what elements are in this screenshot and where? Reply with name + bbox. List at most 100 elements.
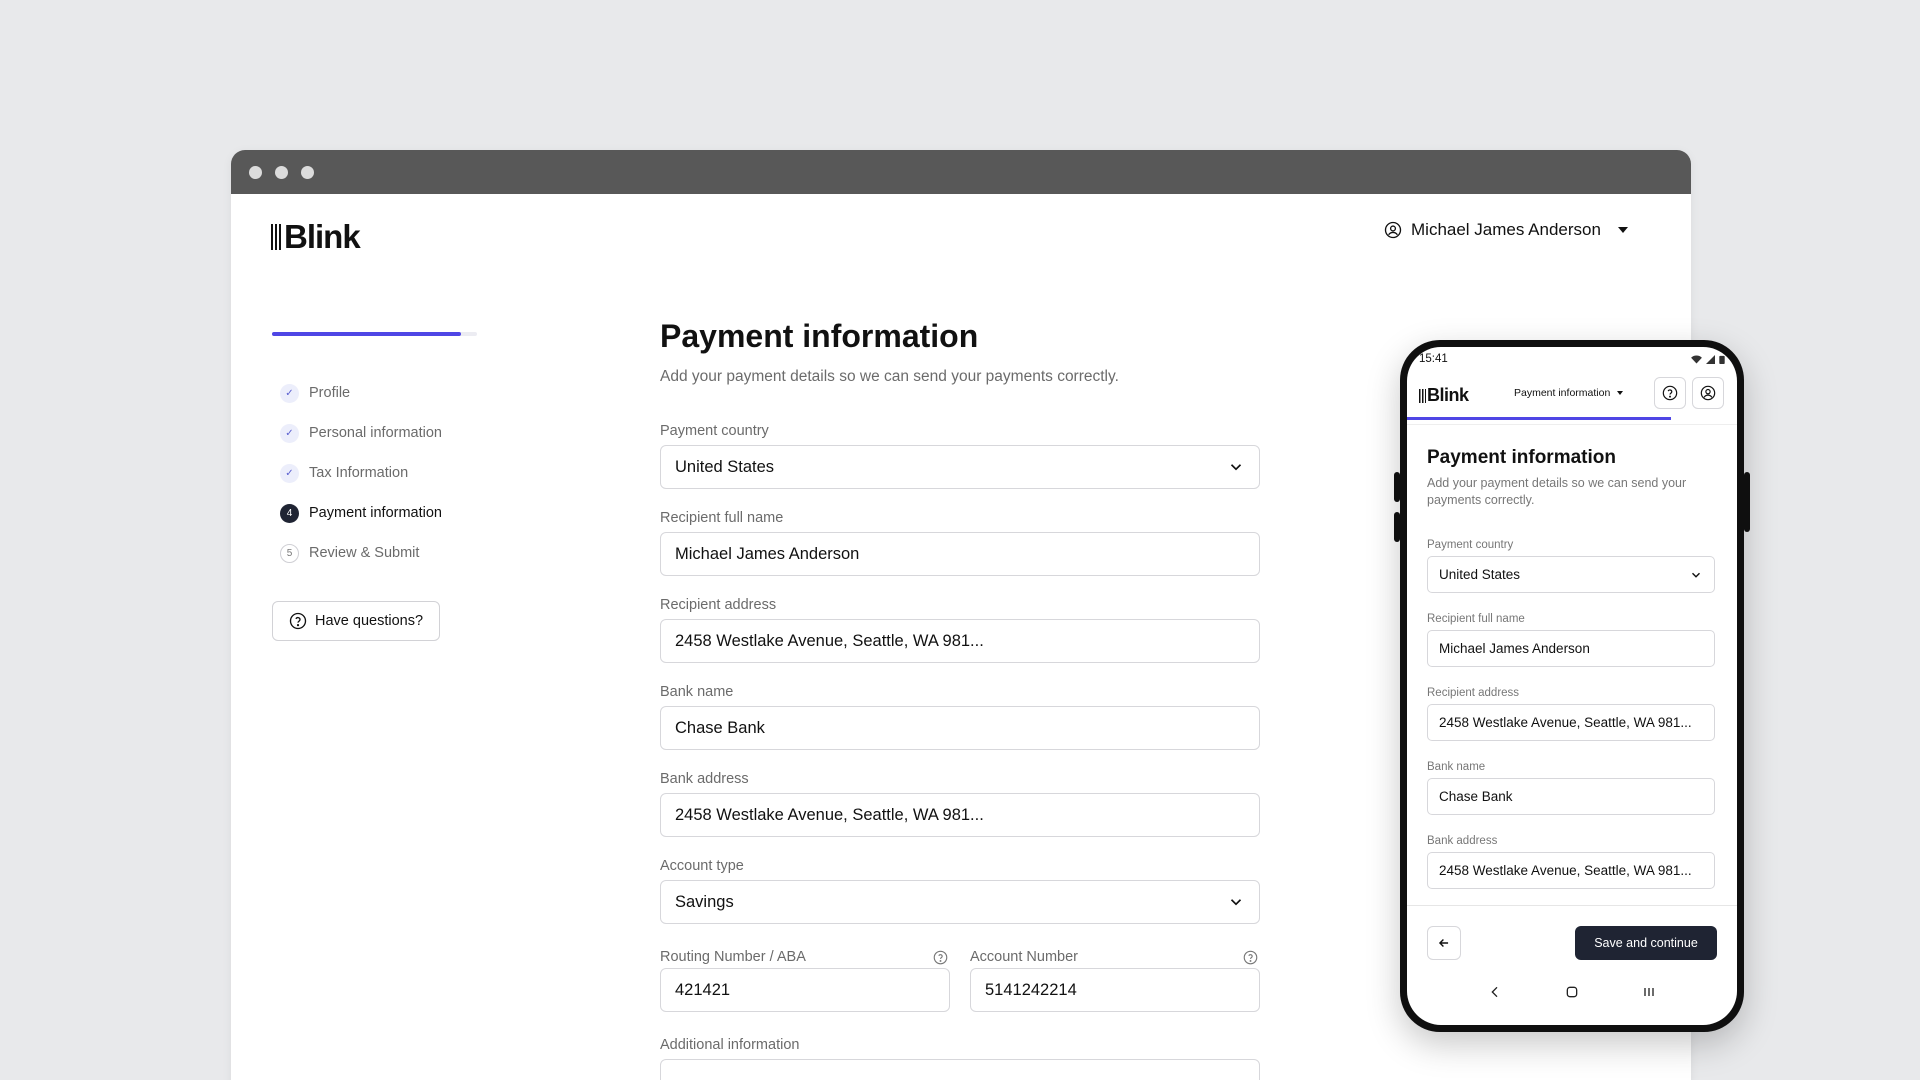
mobile-back-button[interactable] [1427, 926, 1461, 960]
logo-bars-icon [271, 224, 283, 250]
recipient-name-field: Recipient full name Michael James Anders… [660, 510, 1260, 576]
step-label: Personal information [309, 425, 442, 441]
field-label: Bank name [1427, 761, 1486, 773]
mobile-bank-address-input[interactable]: 2458 Westlake Avenue, Seattle, WA 981... [1427, 852, 1715, 889]
user-menu[interactable]: Michael James Anderson [1384, 220, 1628, 240]
check-icon: ✓ [280, 463, 299, 483]
input-value: 2458 Westlake Avenue, Seattle, WA 981... [1439, 715, 1692, 730]
field-label: Recipient full name [1427, 613, 1525, 625]
wifi-icon [1691, 354, 1702, 364]
question-circle-icon[interactable] [933, 950, 948, 965]
question-circle-icon[interactable] [1243, 950, 1258, 965]
arrow-left-icon [1438, 939, 1449, 947]
input-value: 2458 Westlake Avenue, Seattle, WA 981... [675, 631, 984, 650]
nav-recents-icon[interactable] [1641, 984, 1657, 1000]
progress-bar [272, 332, 477, 336]
step-review-submit[interactable]: 5 Review & Submit [280, 533, 442, 573]
mobile-bank-name-field: Bank name Chase Bank [1427, 761, 1715, 815]
step-number-badge: 5 [280, 543, 299, 563]
window-titlebar [231, 150, 1691, 194]
mobile-recipient-name-input[interactable]: Michael James Anderson [1427, 630, 1715, 667]
field-label: Recipient full name [660, 510, 784, 526]
payment-country-select[interactable]: United States [660, 445, 1260, 489]
app-logo[interactable]: Blink [271, 218, 361, 256]
additional-info-field: Additional information [660, 1037, 1260, 1080]
field-label: Bank address [660, 771, 749, 787]
mobile-recipient-address-field: Recipient address 2458 Westlake Avenue, … [1427, 687, 1715, 741]
recipient-address-input[interactable]: 2458 Westlake Avenue, Seattle, WA 981... [660, 619, 1260, 663]
mobile-phone-mockup: 15:41 Blink Payment information Payment … [1394, 340, 1750, 1032]
account-type-select[interactable]: Savings [660, 880, 1260, 924]
select-value: United States [1439, 567, 1521, 582]
phone-side-button [1394, 472, 1400, 502]
recipient-name-input[interactable]: Michael James Anderson [660, 532, 1260, 576]
step-personal-information[interactable]: ✓ Personal information [280, 413, 442, 453]
field-label: Account Number [970, 949, 1078, 965]
mobile-bank-name-input[interactable]: Chase Bank [1427, 778, 1715, 815]
chevron-down-icon [1230, 464, 1242, 471]
bank-name-field: Bank name Chase Bank [660, 684, 1260, 750]
step-tax-information[interactable]: ✓ Tax Information [280, 453, 442, 493]
question-circle-icon [1662, 385, 1678, 401]
nav-home-icon[interactable] [1564, 984, 1580, 1000]
check-icon: ✓ [280, 383, 299, 403]
step-label: Tax Information [309, 465, 409, 481]
account-number-input[interactable]: 5141242214 [970, 968, 1260, 1012]
mobile-step-dropdown[interactable]: Payment information [1514, 387, 1624, 399]
battery-icon [1719, 355, 1725, 364]
mobile-bank-address-field: Bank address 2458 Westlake Avenue, Seatt… [1427, 835, 1715, 889]
mobile-payment-country-select[interactable]: United States [1427, 556, 1715, 593]
step-label: Payment information [309, 505, 442, 521]
field-label: Account type [660, 858, 744, 874]
additional-info-textarea[interactable] [660, 1059, 1260, 1080]
bank-name-input[interactable]: Chase Bank [660, 706, 1260, 750]
field-label: Recipient address [660, 597, 777, 613]
mobile-progress-bar [1407, 417, 1671, 420]
mobile-footer: Save and continue [1407, 905, 1737, 965]
input-value: Michael James Anderson [675, 544, 860, 563]
bank-address-input[interactable]: 2458 Westlake Avenue, Seattle, WA 981... [660, 793, 1260, 837]
routing-number-input[interactable]: 421421 [660, 968, 950, 1012]
bank-address-field: Bank address 2458 Westlake Avenue, Seatt… [660, 771, 1260, 837]
input-value: Chase Bank [675, 718, 765, 737]
step-label: Profile [309, 385, 351, 401]
window-maximize-button[interactable] [301, 165, 314, 179]
help-label: Have questions? [315, 613, 424, 629]
mobile-account-button[interactable] [1692, 377, 1724, 409]
mobile-recipient-address-input[interactable]: 2458 Westlake Avenue, Seattle, WA 981... [1427, 704, 1715, 741]
user-name: Michael James Anderson [1411, 220, 1601, 239]
user-circle-icon [1700, 385, 1716, 401]
field-label: Recipient address [1427, 687, 1520, 699]
mobile-app-logo[interactable]: Blink [1419, 385, 1469, 406]
input-value: 2458 Westlake Avenue, Seattle, WA 981... [675, 805, 984, 824]
phone-screen: 15:41 Blink Payment information Payment … [1407, 347, 1737, 1025]
status-time: 15:41 [1419, 353, 1448, 365]
step-profile[interactable]: ✓ Profile [280, 373, 442, 413]
account-type-field: Account type Savings [660, 858, 1260, 924]
dropdown-label: Payment information [1514, 387, 1611, 399]
progress-fill [272, 332, 461, 336]
phone-side-button [1394, 512, 1400, 542]
recipient-address-field: Recipient address 2458 Westlake Avenue, … [660, 597, 1260, 663]
step-label: Review & Submit [309, 545, 420, 561]
android-nav-bar [1407, 984, 1737, 1000]
mobile-page-title: Payment information [1427, 447, 1616, 468]
save-and-continue-button[interactable]: Save and continue [1575, 926, 1717, 960]
mobile-page-subtitle: Add your payment details so we can send … [1427, 476, 1687, 507]
window-minimize-button[interactable] [275, 165, 288, 179]
have-questions-button[interactable]: Have questions? [272, 601, 441, 641]
select-value: Savings [675, 892, 734, 911]
field-label: Bank address [1427, 835, 1498, 847]
logo-bars-icon [1419, 388, 1426, 403]
step-payment-information[interactable]: 4 Payment information [280, 493, 442, 533]
mobile-payment-country-field: Payment country United States [1427, 539, 1715, 593]
account-number-field: Account Number 5141242214 [970, 946, 1260, 1012]
input-value: 421421 [675, 980, 731, 999]
routing-number-field: Routing Number / ABA 421421 [660, 946, 950, 1012]
window-close-button[interactable] [249, 165, 262, 179]
input-value: Chase Bank [1439, 789, 1513, 804]
check-icon: ✓ [280, 423, 299, 443]
select-value: United States [675, 457, 775, 476]
mobile-help-button[interactable] [1654, 377, 1686, 409]
nav-back-icon[interactable] [1487, 984, 1503, 1000]
